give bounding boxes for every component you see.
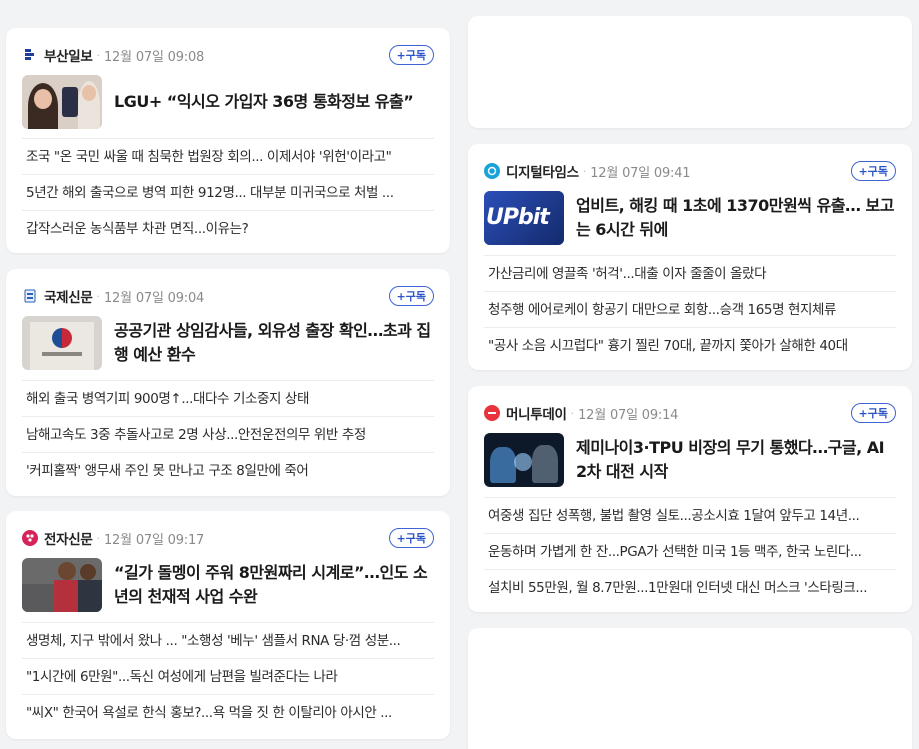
list-item[interactable]: "씨X" 한국어 욕설로 한식 홍보?...욕 먹을 짓 한 이탈리아 아시안 … [22, 694, 434, 730]
subscribe-button[interactable]: +구독 [388, 45, 434, 65]
list-item[interactable]: '커피홀짝' 앵무새 주인 못 만나고 구조 8일만에 죽어 [22, 452, 434, 488]
main-story[interactable]: LGU+ “익시오 가입자 36명 통화정보 유출” [22, 73, 434, 131]
card-header: 디지털타임스 · 12월 07일 09:41 +구독 [484, 160, 896, 182]
press-name[interactable]: 머니투데이 [506, 403, 567, 423]
main-story[interactable]: 제미나이3·TPU 비장의 무기 통했다…구글, AI 2차 대전 시작 [484, 431, 896, 489]
card-header: 국제신문 · 12월 07일 09:04 +구독 [22, 285, 434, 307]
kookje-logo-icon[interactable] [22, 288, 38, 304]
press-name[interactable]: 디지털타임스 [506, 161, 579, 181]
etnews-logo-icon[interactable] [22, 530, 38, 546]
robots-battle-photo[interactable] [484, 433, 564, 487]
press-time: 12월 07일 09:17 [103, 532, 205, 548]
article-list: 조국 "온 국민 싸울 때 침묵한 법원장 회의... 이제서야 '위헌'이라고… [22, 138, 434, 246]
list-item[interactable]: 여중생 집단 성폭행, 불법 촬영 실토...공소시효 1달여 앞두고 14년.… [484, 497, 896, 533]
list-item[interactable]: 청주행 에어로케이 항공기 대만으로 회항...승객 165명 현지체류 [484, 291, 896, 327]
main-headline[interactable]: “길가 돌멩이 주워 8만원짜리 시계로”…인도 소년의 천재적 사업 수완 [114, 561, 434, 609]
separator-dot: · [96, 48, 100, 62]
press-card-kookje: 국제신문 · 12월 07일 09:04 +구독 공공기관 상임감사들, 외유성… [6, 269, 450, 496]
press-card-mt: 머니투데이 · 12월 07일 09:14 +구독 제미나이3·TPU 비장의 … [468, 386, 912, 612]
article-list: 생명체, 지구 밖에서 왔나 ... "소행성 '베누' 샘플서 RNA 당·껌… [22, 622, 434, 730]
list-item[interactable]: 5년간 해외 출국으로 병역 피한 912명... 대부분 미귀국으로 처벌 .… [22, 174, 434, 210]
main-story[interactable]: UPbit 업비트, 해킹 때 1초에 1370만원씩 유출… 보고는 6시간 … [484, 189, 896, 247]
list-item[interactable]: "1시간에 6만원"...독신 여성에게 남편을 빌려준다는 나라 [22, 658, 434, 694]
press-name[interactable]: 전자신문 [44, 528, 93, 548]
dt-logo-icon[interactable] [484, 163, 500, 179]
main-story[interactable]: “길가 돌멩이 주워 8만원짜리 시계로”…인도 소년의 천재적 사업 수완 [22, 556, 434, 614]
placeholder-card [468, 16, 912, 128]
main-headline[interactable]: LGU+ “익시오 가입자 36명 통화정보 유출” [114, 90, 414, 114]
main-story[interactable]: 공공기관 상임감사들, 외유성 출장 확인…초과 집행 예산 환수 [22, 314, 434, 372]
subscribe-button[interactable]: +구독 [388, 286, 434, 306]
press-card-dt: 디지털타임스 · 12월 07일 09:41 +구독 UPbit 업비트, 해킹… [468, 144, 912, 370]
card-header: 전자신문 · 12월 07일 09:17 +구독 [22, 527, 434, 549]
mt-logo-icon[interactable] [484, 405, 500, 421]
phone-people-photo[interactable] [22, 75, 102, 129]
press-time: 12월 07일 09:04 [103, 290, 205, 306]
separator-dot: · [582, 164, 587, 178]
press-card-etnews: 전자신문 · 12월 07일 09:17 +구독 “길가 돌멩이 주워 8만원짜… [6, 511, 450, 739]
article-list: 가산금리에 영끌족 '허걱'...대출 이자 줄줄이 올랐다 청주행 에어로케이… [484, 255, 896, 363]
main-headline[interactable]: 제미나이3·TPU 비장의 무기 통했다…구글, AI 2차 대전 시작 [576, 436, 896, 484]
busan-logo-icon[interactable] [22, 47, 38, 63]
boy-watch-photo[interactable] [22, 558, 102, 612]
article-list: 해외 출국 병역기피 900명↑...대다수 기소중지 상태 남해고속도 3중 … [22, 380, 434, 488]
list-item[interactable]: 갑작스러운 농식품부 차관 면직...이유는? [22, 210, 434, 246]
government-sign-photo[interactable] [22, 316, 102, 370]
press-name[interactable]: 국제신문 [44, 286, 93, 306]
press-card-busan: 부산일보 · 12월 07일 09:08 +구독 LGU+ “익시오 가입자 3… [6, 28, 450, 253]
upbit-sign-photo[interactable]: UPbit [484, 191, 564, 245]
list-item[interactable]: 가산금리에 영끌족 '허걱'...대출 이자 줄줄이 올랐다 [484, 255, 896, 291]
placeholder-card [468, 628, 912, 749]
article-list: 여중생 집단 성폭행, 불법 촬영 실토...공소시효 1달여 앞두고 14년.… [484, 497, 896, 605]
press-name[interactable]: 부산일보 [44, 45, 93, 65]
subscribe-button[interactable]: +구독 [850, 161, 896, 181]
press-time: 12월 07일 09:41 [590, 165, 691, 181]
press-time: 12월 07일 09:08 [103, 49, 205, 65]
thumb-text: UPbit [486, 205, 550, 230]
main-headline[interactable]: 공공기관 상임감사들, 외유성 출장 확인…초과 집행 예산 환수 [114, 319, 434, 367]
list-item[interactable]: 설치비 55만원, 월 8.7만원...1만원대 인터넷 대신 머스크 '스타링… [484, 569, 896, 605]
list-item[interactable]: 운동하며 가볍게 한 잔...PGA가 선택한 미국 1등 맥주, 한국 노린다… [484, 533, 896, 569]
list-item[interactable]: "공사 소음 시끄럽다" 흉기 찔린 70대, 끝까지 쫓아가 살해한 40대 [484, 327, 896, 363]
separator-dot: · [96, 289, 100, 303]
card-header: 머니투데이 · 12월 07일 09:14 +구독 [484, 402, 896, 424]
separator-dot: · [570, 406, 575, 420]
list-item[interactable]: 생명체, 지구 밖에서 왔나 ... "소행성 '베누' 샘플서 RNA 당·껌… [22, 622, 434, 658]
subscribe-button[interactable]: +구독 [388, 528, 434, 548]
list-item[interactable]: 남해고속도 3중 추돌사고로 2명 사상...안전운전의무 위반 추정 [22, 416, 434, 452]
list-item[interactable]: 조국 "온 국민 싸울 때 침묵한 법원장 회의... 이제서야 '위헌'이라고… [22, 138, 434, 174]
card-header: 부산일보 · 12월 07일 09:08 +구독 [22, 44, 434, 66]
main-headline[interactable]: 업비트, 해킹 때 1초에 1370만원씩 유출… 보고는 6시간 뒤에 [576, 194, 896, 242]
press-time: 12월 07일 09:14 [578, 407, 679, 423]
subscribe-button[interactable]: +구독 [850, 403, 896, 423]
separator-dot: · [96, 531, 100, 545]
list-item[interactable]: 해외 출국 병역기피 900명↑...대다수 기소중지 상태 [22, 380, 434, 416]
